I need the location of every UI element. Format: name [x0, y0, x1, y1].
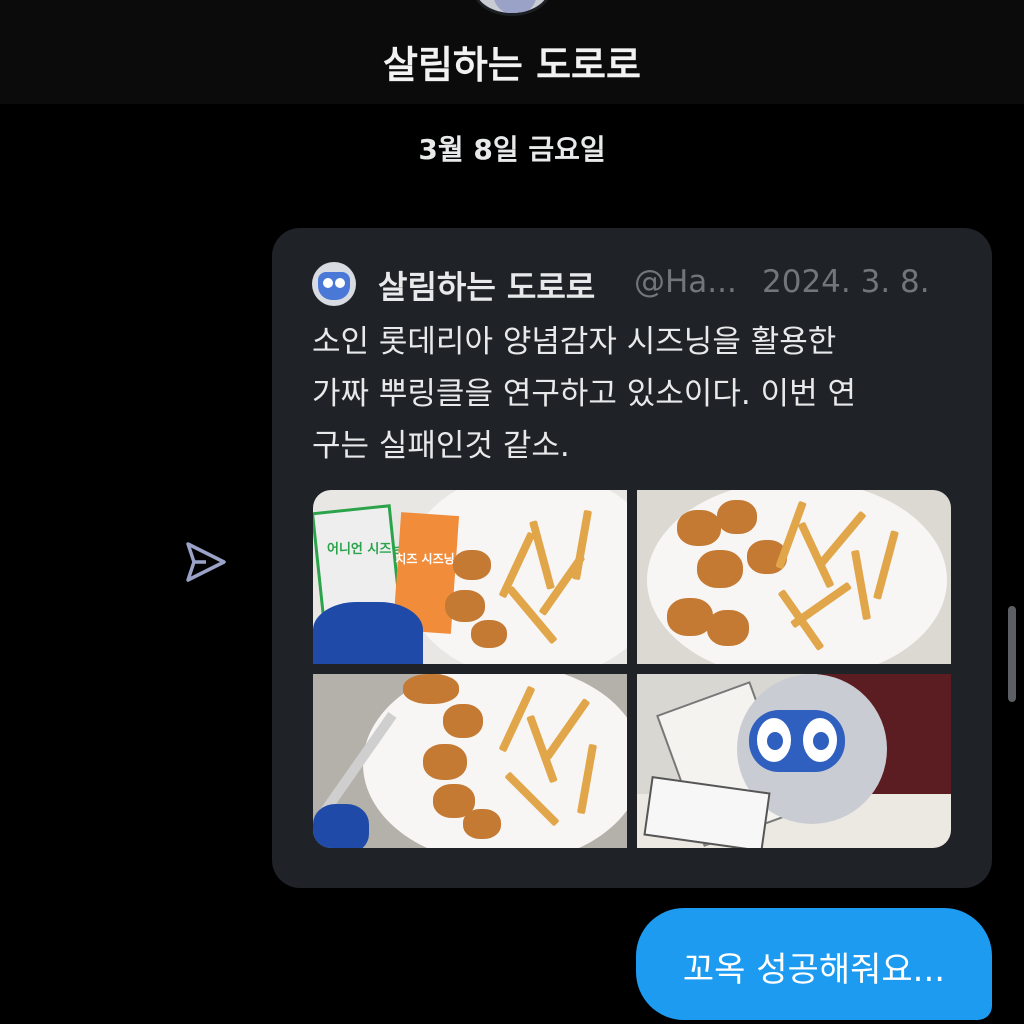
- post-image-4[interactable]: [637, 674, 951, 848]
- packet-label-1: 어니언 시즈닝: [327, 542, 404, 557]
- author-avatar[interactable]: [312, 262, 356, 306]
- image-grid: 어니언 시즈닝 치즈 시즈닝: [313, 490, 951, 848]
- author-name: 살림하는 도로로: [378, 268, 596, 306]
- post-text-line: 가짜 뿌링클을 연구하고 있소이다. 이번 연: [312, 376, 856, 412]
- post-text-line: 소인 롯데리아 양념감자 시즈닝을 활용한: [312, 324, 837, 360]
- packet-label-2: 치즈 시즈닝: [395, 552, 455, 566]
- post-image-3[interactable]: [313, 674, 627, 848]
- message-text: 꼬옥 성공해줘요...: [682, 950, 946, 990]
- conversation-header: 살림하는 도로로: [0, 0, 1024, 104]
- sent-message-bubble[interactable]: 꼬옥 성공해줘요...: [636, 908, 992, 1020]
- scrollbar[interactable]: [1008, 606, 1016, 702]
- conversation-title[interactable]: 살림하는 도로로: [0, 34, 1024, 89]
- post-text-line: 구는 실패인것 같소.: [312, 428, 570, 464]
- share-send-icon[interactable]: [180, 536, 232, 588]
- date-separator: 3월 8일 금요일: [418, 133, 606, 166]
- author-handle: @Ha...: [634, 264, 737, 300]
- post-date: 2024. 3. 8.: [762, 264, 930, 300]
- header-avatar[interactable]: [472, 0, 552, 16]
- post-text: 소인 롯데리아 양념감자 시즈닝을 활용한 가짜 뿌링클을 연구하고 있소이다.…: [312, 316, 962, 472]
- post-image-2[interactable]: [637, 490, 951, 664]
- post-image-1[interactable]: 어니언 시즈닝 치즈 시즈닝: [313, 490, 627, 664]
- quoted-post-card[interactable]: 살림하는 도로로 @Ha... 2024. 3. 8. 소인 롯데리아 양념감자…: [272, 228, 992, 888]
